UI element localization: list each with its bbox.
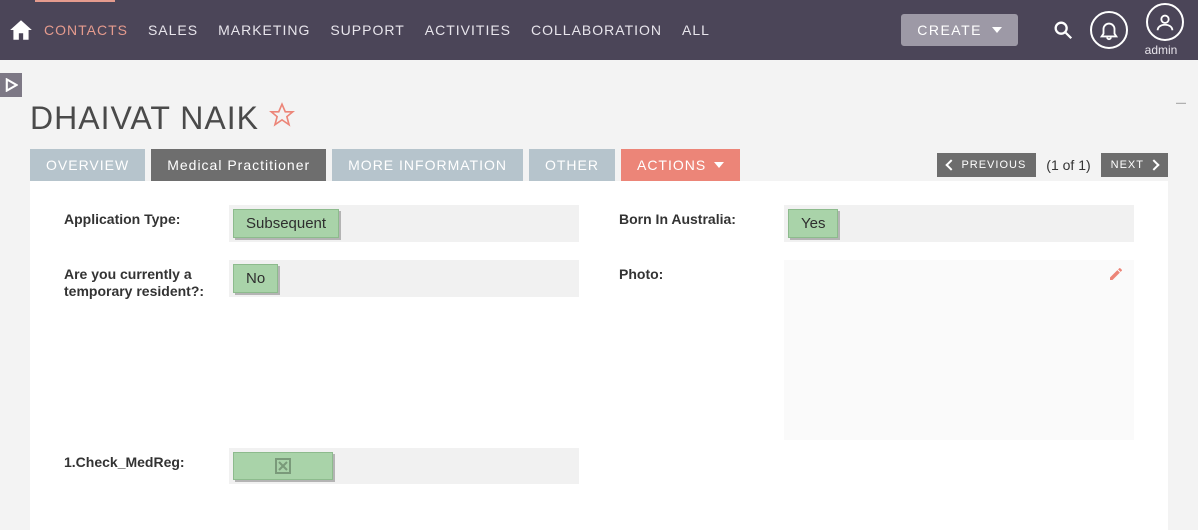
label-check-medreg: 1.Check_MedReg:	[64, 448, 229, 471]
field-check-medreg: 1.Check_MedReg:	[64, 448, 579, 484]
user-icon	[1146, 3, 1184, 41]
pill-check-medreg	[233, 452, 333, 480]
next-button[interactable]: NEXT	[1101, 153, 1168, 177]
field-temporary-resident: Are you currently a temporary resident?:…	[64, 260, 579, 300]
collapse-icon[interactable]: –	[1176, 92, 1186, 113]
previous-label: PREVIOUS	[961, 159, 1026, 171]
left-column: Application Type: Subsequent Are you cur…	[64, 205, 579, 502]
tabs-row: OVERVIEW Medical Practitioner MORE INFOR…	[30, 149, 1168, 181]
previous-button[interactable]: PREVIOUS	[937, 153, 1036, 177]
value-area-born-in-australia[interactable]: Yes	[784, 205, 1134, 242]
checkbox-x-icon	[275, 458, 291, 474]
nav-support[interactable]: SUPPORT	[330, 22, 404, 38]
next-label: NEXT	[1111, 159, 1144, 171]
detail-panel: Application Type: Subsequent Are you cur…	[30, 181, 1168, 530]
title-row: DHAIVAT NAIK	[30, 100, 1168, 137]
field-application-type: Application Type: Subsequent	[64, 205, 579, 242]
favorite-star-icon[interactable]	[269, 102, 295, 128]
side-panel-toggle[interactable]	[0, 73, 22, 97]
primary-nav: CONTACTS SALES MARKETING SUPPORT ACTIVIT…	[44, 22, 710, 38]
tab-actions-label: ACTIONS	[637, 157, 706, 173]
nav-collaboration[interactable]: COLLABORATION	[531, 22, 662, 38]
topbar: CONTACTS SALES MARKETING SUPPORT ACTIVIT…	[0, 0, 1198, 60]
value-area-temporary-resident[interactable]: No	[229, 260, 579, 297]
tab-other[interactable]: OTHER	[529, 149, 615, 181]
field-photo: Photo:	[619, 260, 1134, 440]
edit-pencil-icon[interactable]	[1108, 266, 1124, 287]
page: DHAIVAT NAIK OVERVIEW Medical Practition…	[0, 100, 1198, 530]
tab-more-information[interactable]: MORE INFORMATION	[332, 149, 523, 181]
caret-down-icon	[714, 162, 724, 168]
nav-sales[interactable]: SALES	[148, 22, 198, 38]
tab-medical-practitioner[interactable]: Medical Practitioner	[151, 149, 326, 181]
field-born-in-australia: Born In Australia: Yes	[619, 205, 1134, 242]
label-photo: Photo:	[619, 260, 784, 283]
value-area-check-medreg[interactable]	[229, 448, 579, 484]
tab-overview[interactable]: OVERVIEW	[30, 149, 145, 181]
chevron-right-icon	[1148, 159, 1159, 170]
pager-count: (1 of 1)	[1046, 157, 1090, 173]
label-born-in-australia: Born In Australia:	[619, 205, 784, 228]
search-icon[interactable]	[1044, 11, 1082, 49]
home-icon[interactable]	[8, 17, 34, 43]
caret-down-icon	[992, 27, 1002, 33]
create-button[interactable]: CREATE	[901, 14, 1018, 46]
pill-temporary-resident: No	[233, 264, 278, 293]
chevron-left-icon	[946, 159, 957, 170]
tabs: OVERVIEW Medical Practitioner MORE INFOR…	[30, 149, 740, 181]
nav-activities[interactable]: ACTIVITIES	[425, 22, 511, 38]
photo-placeholder[interactable]	[784, 260, 1134, 440]
pill-application-type: Subsequent	[233, 209, 339, 238]
topbar-accent-strip	[35, 0, 115, 2]
nav-all[interactable]: ALL	[682, 22, 710, 38]
page-title: DHAIVAT NAIK	[30, 100, 259, 137]
pager: PREVIOUS (1 of 1) NEXT	[937, 153, 1168, 177]
label-temporary-resident: Are you currently a temporary resident?:	[64, 260, 229, 300]
notifications-icon[interactable]	[1090, 11, 1128, 49]
create-label: CREATE	[917, 22, 982, 38]
pill-born-in-australia: Yes	[788, 209, 838, 238]
label-application-type: Application Type:	[64, 205, 229, 228]
value-area-application-type[interactable]: Subsequent	[229, 205, 579, 242]
nav-marketing[interactable]: MARKETING	[218, 22, 310, 38]
tab-actions[interactable]: ACTIONS	[621, 149, 740, 181]
user-label: admin	[1145, 43, 1178, 57]
nav-contacts[interactable]: CONTACTS	[44, 22, 128, 38]
user-menu[interactable]: admin	[1138, 3, 1184, 57]
right-column: Born In Australia: Yes Photo:	[619, 205, 1134, 502]
